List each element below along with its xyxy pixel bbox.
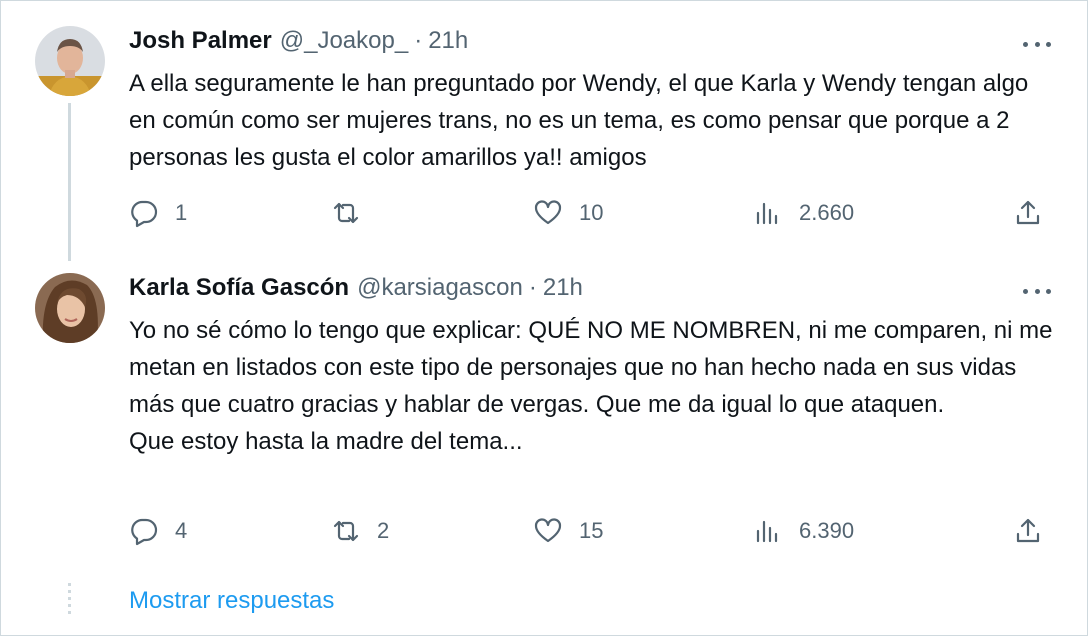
show-replies-link[interactable]: Mostrar respuestas	[129, 587, 334, 615]
like-count: 10	[579, 200, 604, 225]
tweet-header: Karla Sofía Gascón @karsiagascon · 21h	[129, 274, 583, 306]
more-icon[interactable]	[1023, 287, 1051, 295]
more-icon[interactable]	[1023, 40, 1051, 48]
timestamp[interactable]: 21h	[543, 274, 583, 302]
like-button[interactable]: 10	[533, 196, 603, 230]
retweet-button[interactable]: 2	[331, 514, 389, 548]
like-icon	[534, 518, 562, 543]
retweet-icon	[333, 520, 359, 542]
views-button[interactable]: 6.390	[753, 514, 854, 548]
timestamp[interactable]: 21h	[428, 27, 468, 55]
share-button[interactable]	[1013, 514, 1043, 548]
retweet-button[interactable]	[331, 196, 377, 230]
like-icon	[534, 200, 562, 225]
tweet-header: Josh Palmer @_Joakop_ · 21h	[129, 27, 468, 59]
retweet-icon	[333, 202, 359, 224]
separator-dot: ·	[414, 27, 423, 54]
user-handle[interactable]: @karsiagascon	[357, 274, 523, 302]
share-icon	[1016, 200, 1040, 225]
tweet-actions: 1 10 2.660	[129, 196, 1049, 230]
views-icon	[756, 202, 778, 225]
views-count: 6.390	[799, 518, 855, 543]
tweet-actions: 4 2 15 6.390	[129, 514, 1049, 548]
display-name[interactable]: Josh Palmer	[129, 27, 272, 55]
reply-button[interactable]: 4	[129, 514, 187, 548]
retweet-count: 2	[377, 518, 390, 543]
like-button[interactable]: 15	[533, 514, 603, 548]
display-name[interactable]: Karla Sofía Gascón	[129, 274, 349, 302]
reply-count: 1	[175, 200, 188, 225]
reply-count: 4	[175, 518, 188, 543]
share-button[interactable]	[1013, 196, 1043, 230]
tweet-text: Yo no sé cómo lo tengo que explicar: QUÉ…	[129, 317, 1053, 455]
views-button[interactable]: 2.660	[753, 196, 854, 230]
reply-icon	[131, 200, 158, 228]
like-count: 15	[579, 518, 604, 543]
thread-dotted-connector	[68, 583, 71, 617]
user-handle[interactable]: @_Joakop_	[280, 27, 408, 55]
reply-icon	[131, 518, 158, 546]
reply-button[interactable]: 1	[129, 196, 187, 230]
tweet-text: A ella seguramente le han preguntado por…	[129, 70, 1029, 171]
views-count: 2.660	[799, 200, 855, 225]
tweet-thread: Josh Palmer @_Joakop_ · 21h A ella segur…	[0, 0, 1088, 636]
avatar[interactable]	[35, 26, 105, 96]
views-icon	[756, 520, 778, 543]
share-icon	[1016, 518, 1040, 543]
avatar[interactable]	[35, 273, 105, 343]
separator-dot: ·	[528, 274, 537, 301]
thread-connector	[68, 103, 71, 261]
